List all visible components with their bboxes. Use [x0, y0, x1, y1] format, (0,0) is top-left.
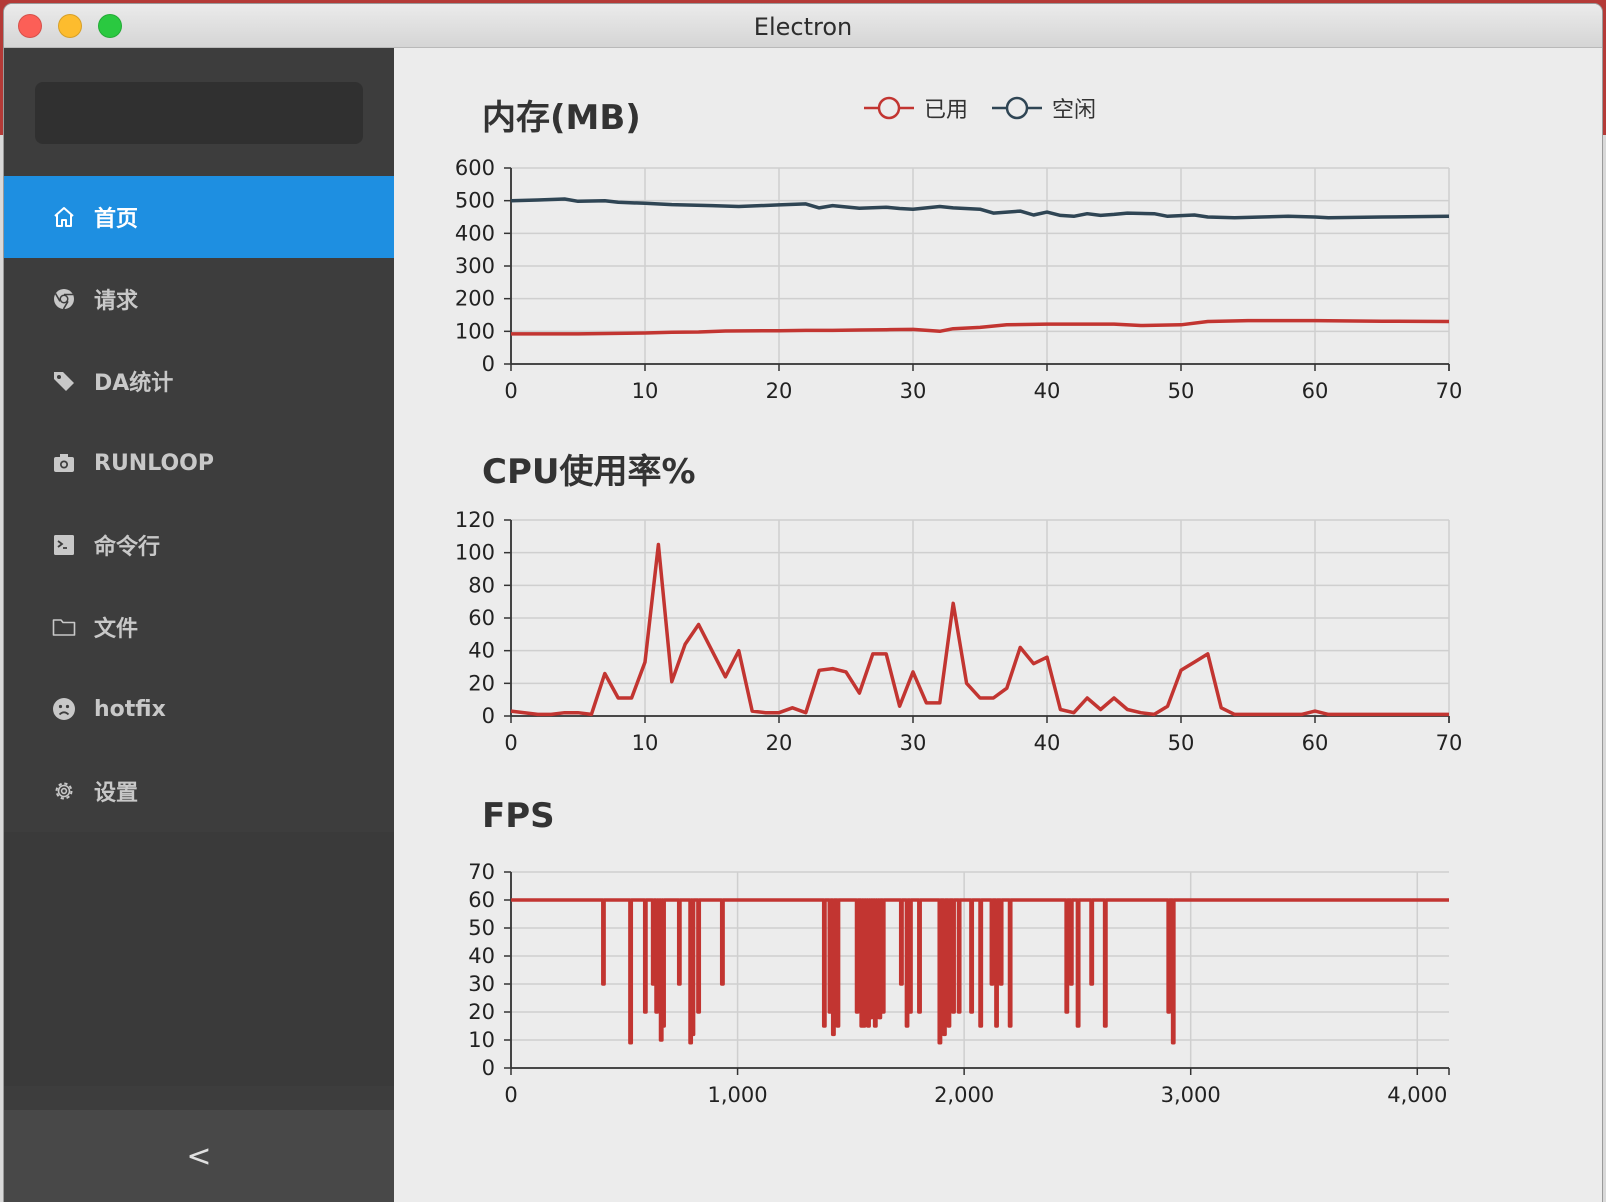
fps-y-tick-label: 0 — [482, 1056, 495, 1080]
memory-y-tick-label: 0 — [482, 352, 495, 376]
cpu-chart-title: CPU使用率% — [482, 452, 696, 492]
sidebar-item-label: 首页 — [94, 207, 139, 232]
fps-y-tick-label: 70 — [468, 860, 495, 884]
memory-x-tick-label: 60 — [1302, 379, 1329, 403]
fps-y-tick-label: 60 — [468, 888, 495, 912]
cpu-y-tick-label: 100 — [455, 541, 495, 565]
home-icon — [52, 205, 76, 229]
fps-line-chart[interactable]: 0 10 20 30 40 50 60 70 0 1,000 2,000 3,000 4,000 — [394, 852, 1602, 1112]
sidebar-item-terminal[interactable]: 命令行 — [4, 504, 394, 586]
memory-y-tick-label: 500 — [455, 189, 495, 213]
sidebar-item-label: hotfix — [94, 696, 166, 722]
fps-x-tick-label: 1,000 — [708, 1083, 768, 1107]
legend-label-free: 空闲 — [1052, 98, 1097, 123]
sidebar-item-files[interactable]: 文件 — [4, 586, 394, 668]
cpu-x-tick-label: 30 — [900, 731, 927, 755]
memory-x-tick-label: 40 — [1034, 379, 1061, 403]
legend-item-used[interactable]: 已用 — [864, 92, 968, 124]
legend-item-free[interactable]: 空闲 — [992, 92, 1096, 124]
cpu-x-tick-label: 70 — [1436, 731, 1463, 755]
fps-x-tick-label: 2,000 — [934, 1083, 994, 1107]
cpu-x-tick-label: 10 — [632, 731, 659, 755]
chevron-left-icon: < — [186, 1138, 212, 1174]
sidebar-empty-area — [4, 832, 394, 1086]
folder-icon — [52, 615, 76, 639]
terminal-icon — [52, 533, 76, 557]
tag-icon — [52, 369, 76, 393]
sidebar-menu: 首页 请求 DA统计 RUNLOOP 命令行 文件 hotfix 设置 — [4, 176, 394, 832]
memory-x-tick-label: 10 — [632, 379, 659, 403]
cpu-x-tick-label: 60 — [1302, 731, 1329, 755]
sidebar-item-requests[interactable]: 请求 — [4, 258, 394, 340]
app-window: Electron 首页 请求 DA统计 RUNLOOP 命令行 文件 hotfi… — [4, 4, 1602, 1202]
sidebar-item-label: RUNLOOP — [94, 450, 214, 476]
sidebar-item-home[interactable]: 首页 — [4, 176, 394, 258]
legend-label-used: 已用 — [924, 98, 969, 123]
memory-x-tick-label: 70 — [1436, 379, 1463, 403]
fps-y-tick-label: 20 — [468, 1000, 495, 1024]
cpu-series-line — [510, 542, 1449, 717]
sidebar-item-runloop[interactable]: RUNLOOP — [4, 422, 394, 504]
sidebar: 首页 请求 DA统计 RUNLOOP 命令行 文件 hotfix 设置 < — [4, 48, 394, 1202]
sidebar-item-label: 设置 — [94, 781, 139, 806]
title-bar[interactable]: Electron — [4, 4, 1602, 48]
gear-icon — [52, 779, 76, 803]
cpu-y-tick-label: 60 — [468, 606, 495, 630]
memory-y-tick-label: 400 — [455, 221, 495, 245]
fps-y-tick-label: 10 — [468, 1028, 495, 1052]
legend-free-marker-icon — [992, 96, 1043, 120]
cpu-x-tick-label: 0 — [504, 731, 517, 755]
fps-y-tick-label: 30 — [468, 972, 495, 996]
memory-y-tick-label: 600 — [455, 156, 495, 180]
camera-icon — [52, 451, 76, 475]
memory-x-tick-label: 30 — [900, 379, 927, 403]
sidebar-item-hotfix[interactable]: hotfix — [4, 668, 394, 750]
fps-y-tick-label: 40 — [468, 944, 495, 968]
sidebar-item-label: 文件 — [94, 617, 139, 642]
fps-chart-title: FPS — [482, 796, 555, 836]
sidebar-item-label: 命令行 — [94, 535, 161, 560]
frown-icon — [52, 697, 76, 721]
memory-y-tick-label: 100 — [455, 319, 495, 343]
fps-y-tick-label: 50 — [468, 916, 495, 940]
sidebar-item-settings[interactable]: 设置 — [4, 750, 394, 832]
fps-x-tick-label: 3,000 — [1161, 1083, 1221, 1107]
legend-used-marker-icon — [864, 96, 914, 120]
cpu-x-tick-label: 50 — [1168, 731, 1195, 755]
chrome-icon — [52, 287, 76, 311]
memory-line-chart[interactable]: 0 100 200 300 400 500 600 0 10 20 30 40 50 60 70 — [394, 148, 1602, 408]
memory-series-free-line — [510, 197, 1450, 220]
fps-x-tick-label: 0 — [504, 1083, 517, 1107]
sidebar-logo-placeholder — [35, 82, 363, 144]
cpu-x-tick-label: 40 — [1034, 731, 1061, 755]
sidebar-item-label: 请求 — [94, 289, 139, 314]
memory-x-tick-label: 50 — [1168, 379, 1195, 403]
memory-x-tick-label: 0 — [504, 379, 517, 403]
memory-y-tick-label: 200 — [455, 287, 495, 311]
sidebar-item-label: DA统计 — [94, 371, 174, 396]
memory-chart-legend: 已用 空闲 — [864, 92, 1096, 124]
sidebar-collapse-button[interactable]: < — [4, 1110, 394, 1202]
fps-series-line — [511, 898, 1449, 1045]
cpu-x-tick-label: 20 — [766, 731, 793, 755]
memory-chart-title: 内存(MB) — [482, 98, 641, 138]
cpu-y-tick-label: 20 — [468, 671, 495, 695]
cpu-y-tick-label: 0 — [482, 704, 495, 728]
cpu-y-tick-label: 120 — [455, 508, 495, 532]
memory-y-tick-label: 300 — [455, 254, 495, 278]
cpu-line-chart[interactable]: 0 20 40 60 80 100 120 0 10 20 30 40 50 60 70 — [394, 500, 1602, 760]
window-title: Electron — [753, 13, 853, 41]
fps-x-tick-label: 4,000 — [1387, 1083, 1447, 1107]
sidebar-item-da-stats[interactable]: DA统计 — [4, 340, 394, 422]
cpu-y-tick-label: 40 — [468, 639, 495, 663]
cpu-y-tick-label: 80 — [468, 573, 495, 597]
memory-x-tick-label: 20 — [766, 379, 793, 403]
main-content: 内存(MB) 已用 空闲 0 100 200 300 400 500 600 0 10 20 30 4… — [394, 48, 1602, 1202]
